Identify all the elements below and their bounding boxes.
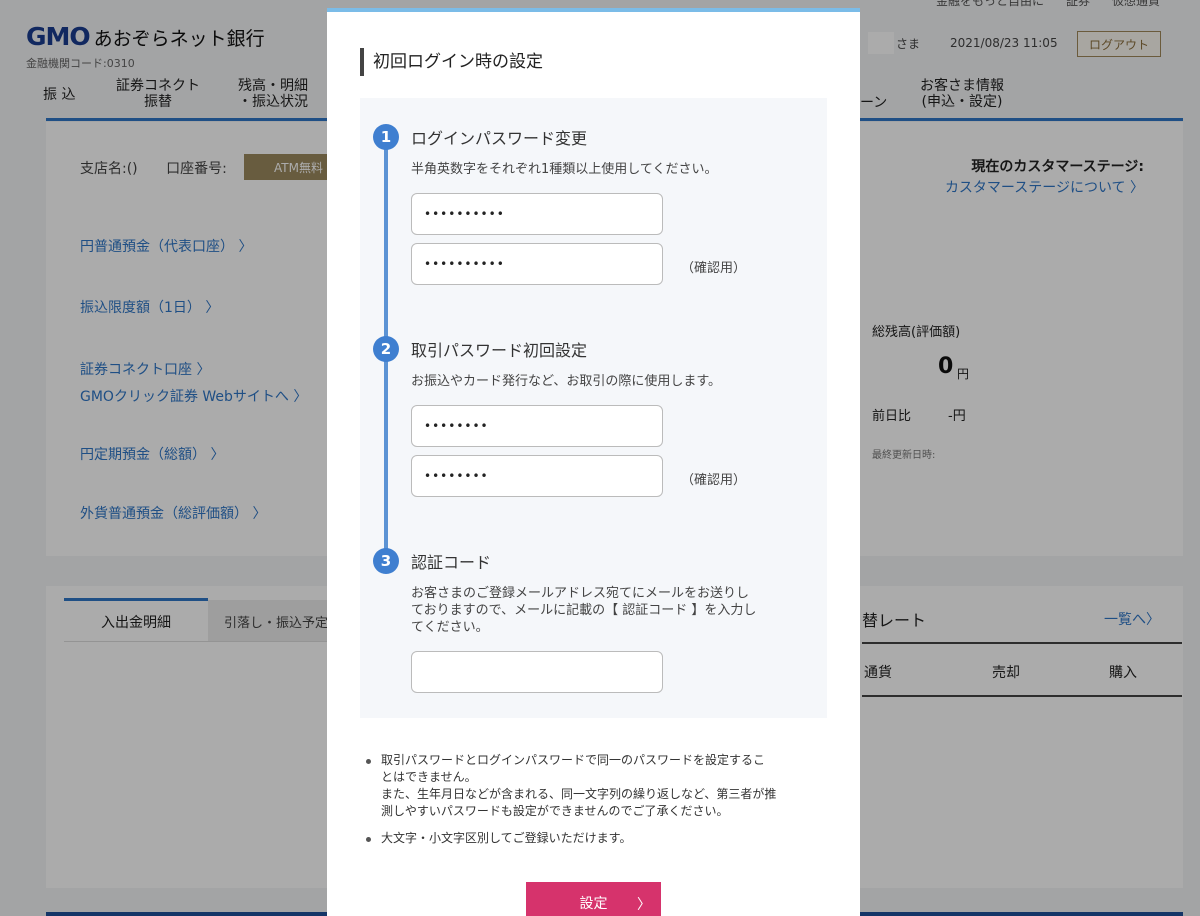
- step-1-number: 1: [373, 124, 399, 150]
- note-item: 大文字・小文字区別してご登録いただけます。: [363, 830, 803, 847]
- transaction-password-confirm-input[interactable]: [411, 455, 663, 497]
- login-password-confirm-label: （確認用）: [681, 261, 747, 276]
- step-2-description: お振込やカード発行など、お取引の際に使用します。: [411, 374, 722, 389]
- note-line: また、生年月日などが含まれる、同一文字列の繰り返しなど、第三者が推: [381, 787, 777, 801]
- step-1-title: ログインパスワード変更: [411, 129, 588, 148]
- step-2-number: 2: [373, 336, 399, 362]
- note-item: 取引パスワードとログインパスワードで同一のパスワードを設定するこ とはできません…: [363, 752, 803, 820]
- note-line: 大文字・小文字区別してご登録いただけます。: [381, 831, 632, 845]
- step-3-description-line: てください。: [411, 620, 489, 635]
- step-2-title: 取引パスワード初回設定: [411, 341, 588, 360]
- login-password-input[interactable]: [411, 193, 663, 235]
- modal-title: 初回ログイン時の設定: [360, 48, 543, 76]
- notes-list: 取引パスワードとログインパスワードで同一のパスワードを設定するこ とはできません…: [363, 752, 803, 857]
- step-3-description-line: お客さまのご登録メールアドレス宛てにメールをお送りし: [411, 586, 750, 601]
- submit-settings-button[interactable]: 設定 〉: [526, 882, 661, 916]
- login-password-confirm-input[interactable]: [411, 243, 663, 285]
- verification-code-input[interactable]: [411, 651, 663, 693]
- transaction-password-confirm-label: （確認用）: [681, 473, 747, 488]
- initial-login-settings-modal: 初回ログイン時の設定 1 ログインパスワード変更 半角英数字をそれぞれ1種類以上…: [327, 8, 860, 916]
- note-line: とはできません。: [381, 770, 477, 784]
- transaction-password-input[interactable]: [411, 405, 663, 447]
- step-3-title: 認証コード: [411, 553, 492, 572]
- step-3-description-line: ておりますので、メールに記載の【 認証コード 】を入力し: [411, 603, 757, 618]
- note-line: 取引パスワードとログインパスワードで同一のパスワードを設定するこ: [381, 753, 766, 767]
- step-3-number: 3: [373, 548, 399, 574]
- step-3-description: お客さまのご登録メールアドレス宛てにメールをお送りし ておりますので、メールに記…: [411, 585, 756, 636]
- chevron-right-icon: 〉: [637, 897, 651, 913]
- step-1-description: 半角英数字をそれぞれ1種類以上使用してください。: [411, 162, 718, 177]
- submit-button-label: 設定: [579, 896, 608, 912]
- note-line: 測しやすいパスワードも設定ができませんのでご了承ください。: [381, 804, 729, 818]
